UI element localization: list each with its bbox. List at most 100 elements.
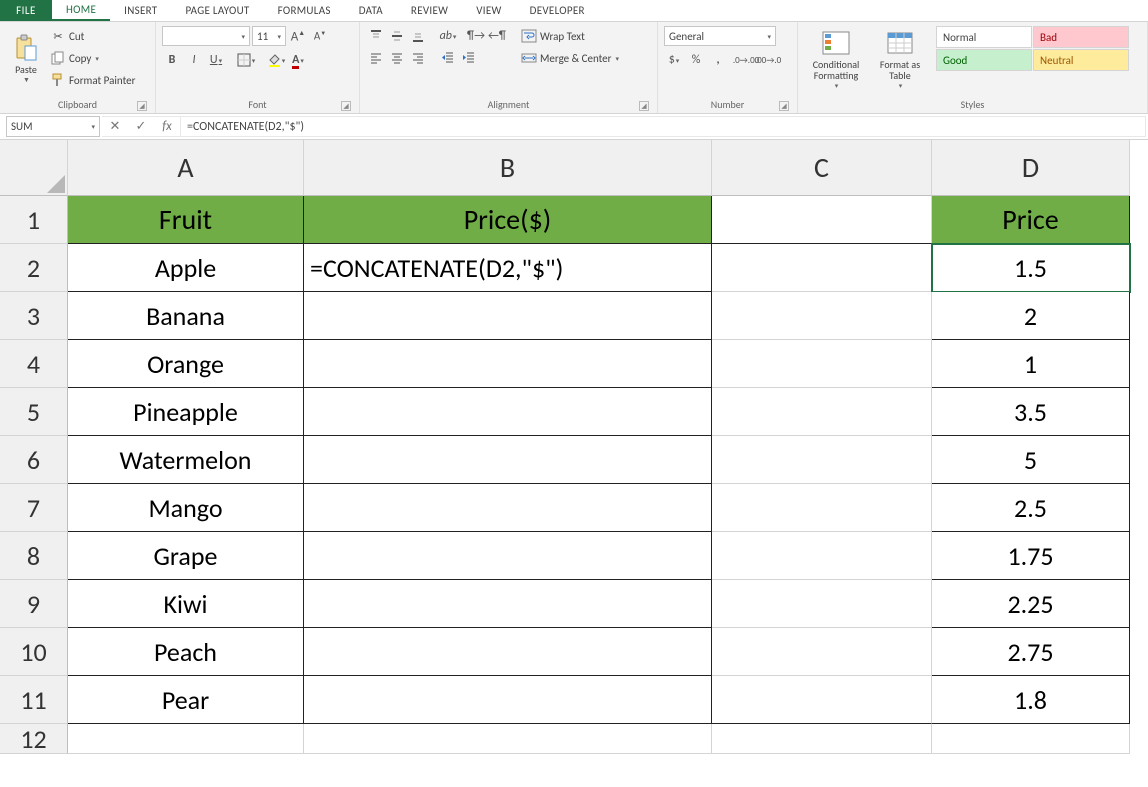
worksheet-grid[interactable]: A B C D 1 Fruit Price($) Price 2 Apple =… [0, 140, 1148, 787]
row-header-11[interactable]: 11 [0, 676, 68, 724]
cell-style-bad[interactable]: Bad [1033, 26, 1129, 48]
cell-B4[interactable] [304, 340, 712, 388]
row-header-2[interactable]: 2 [0, 244, 68, 292]
cell-C7[interactable] [712, 484, 932, 532]
cell-C6[interactable] [712, 436, 932, 484]
tab-insert[interactable]: INSERT [110, 0, 171, 21]
format-painter-button[interactable]: Format Painter [50, 70, 135, 90]
cell-B12[interactable] [304, 724, 712, 754]
cell-D9[interactable]: 2.25 [932, 580, 1130, 628]
cell-D10[interactable]: 2.75 [932, 628, 1130, 676]
merge-center-button[interactable]: Merge & Center ▾ [521, 48, 619, 68]
percent-format-button[interactable]: % [686, 50, 706, 70]
paste-button[interactable]: Paste ▼ [6, 26, 46, 92]
number-format-select[interactable]: General▾ [664, 26, 776, 46]
font-size-select[interactable]: 11▾ [252, 26, 286, 46]
row-header-1[interactable]: 1 [0, 196, 68, 244]
decrease-indent-button[interactable] [438, 48, 458, 68]
comma-format-button[interactable]: , [708, 50, 728, 70]
fill-color-button[interactable]: ▾ [266, 50, 286, 70]
row-header-5[interactable]: 5 [0, 388, 68, 436]
row-header-12[interactable]: 12 [0, 724, 68, 754]
cell-B3[interactable] [304, 292, 712, 340]
row-header-10[interactable]: 10 [0, 628, 68, 676]
insert-function-button[interactable]: fx [154, 119, 180, 134]
col-header-D[interactable]: D [932, 140, 1130, 196]
cell-B6[interactable] [304, 436, 712, 484]
font-name-select[interactable]: ▾ [162, 26, 250, 46]
cell-C4[interactable] [712, 340, 932, 388]
row-header-3[interactable]: 3 [0, 292, 68, 340]
tab-view[interactable]: VIEW [462, 0, 515, 21]
cell-D12[interactable] [932, 724, 1130, 754]
cell-C2[interactable] [712, 244, 932, 292]
cell-A3[interactable]: Banana [68, 292, 304, 340]
copy-button[interactable]: Copy ▾ [50, 48, 135, 68]
cell-C12[interactable] [712, 724, 932, 754]
cell-A12[interactable] [68, 724, 304, 754]
align-bottom-button[interactable] [408, 26, 428, 46]
cell-D11[interactable]: 1.8 [932, 676, 1130, 724]
cell-C5[interactable] [712, 388, 932, 436]
tab-home[interactable]: HOME [52, 0, 110, 21]
rtl-button[interactable]: ←¶ [487, 26, 507, 46]
cell-C3[interactable] [712, 292, 932, 340]
shrink-font-button[interactable]: A▼ [310, 26, 330, 46]
tab-formulas[interactable]: FORMULAS [264, 0, 345, 21]
wrap-text-button[interactable]: Wrap Text [521, 26, 619, 46]
cell-C1[interactable] [712, 196, 932, 244]
row-header-6[interactable]: 6 [0, 436, 68, 484]
cell-B10[interactable] [304, 628, 712, 676]
cell-A9[interactable]: Kiwi [68, 580, 304, 628]
cell-B2[interactable]: =CONCATENATE(D2,"$") [304, 244, 712, 292]
tab-data[interactable]: DATA [345, 0, 397, 21]
italic-button[interactable]: I [184, 50, 204, 70]
cell-B11[interactable] [304, 676, 712, 724]
row-header-9[interactable]: 9 [0, 580, 68, 628]
select-all-corner[interactable] [0, 140, 68, 196]
font-color-button[interactable]: A▾ [288, 50, 308, 70]
cell-style-neutral[interactable]: Neutral [1033, 49, 1129, 71]
enter-formula-button[interactable]: ✓ [128, 119, 154, 134]
cell-B8[interactable] [304, 532, 712, 580]
cell-B7[interactable] [304, 484, 712, 532]
cell-B1[interactable]: Price($) [304, 196, 712, 244]
cell-D3[interactable]: 2 [932, 292, 1130, 340]
underline-button[interactable]: U▾ [206, 50, 226, 70]
align-center-button[interactable] [387, 48, 407, 68]
cell-D1[interactable]: Price [932, 196, 1130, 244]
col-header-B[interactable]: B [304, 140, 712, 196]
cell-C8[interactable] [712, 532, 932, 580]
tab-developer[interactable]: DEVELOPER [516, 0, 599, 21]
align-middle-button[interactable] [387, 26, 407, 46]
borders-button[interactable]: ▾ [236, 50, 256, 70]
col-header-C[interactable]: C [712, 140, 932, 196]
col-header-A[interactable]: A [68, 140, 304, 196]
cell-C11[interactable] [712, 676, 932, 724]
tab-file[interactable]: FILE [0, 0, 52, 21]
cell-B5[interactable] [304, 388, 712, 436]
conditional-formatting-button[interactable]: Conditional Formatting▾ [804, 26, 868, 92]
cell-C10[interactable] [712, 628, 932, 676]
increase-decimal-button[interactable]: .0→.00 [736, 50, 756, 70]
format-as-table-button[interactable]: Format as Table▾ [872, 26, 928, 92]
cell-C9[interactable] [712, 580, 932, 628]
cell-A6[interactable]: Watermelon [68, 436, 304, 484]
cell-D8[interactable]: 1.75 [932, 532, 1130, 580]
cell-style-good[interactable]: Good [936, 49, 1032, 71]
decrease-decimal-button[interactable]: .00→.0 [758, 50, 778, 70]
cell-D5[interactable]: 3.5 [932, 388, 1130, 436]
dialog-launcher-icon[interactable]: ◢ [137, 101, 147, 111]
cut-button[interactable]: ✂ Cut [50, 26, 135, 46]
row-header-8[interactable]: 8 [0, 532, 68, 580]
grow-font-button[interactable]: A▲ [288, 26, 308, 46]
row-header-7[interactable]: 7 [0, 484, 68, 532]
cell-D7[interactable]: 2.5 [932, 484, 1130, 532]
orientation-button[interactable]: ab▾ [438, 26, 458, 46]
align-right-button[interactable] [408, 48, 428, 68]
increase-indent-button[interactable] [459, 48, 479, 68]
ltr-button[interactable]: ¶→ [466, 26, 486, 46]
align-top-button[interactable] [366, 26, 386, 46]
cell-style-normal[interactable]: Normal [936, 26, 1032, 48]
tab-review[interactable]: REVIEW [397, 0, 462, 21]
